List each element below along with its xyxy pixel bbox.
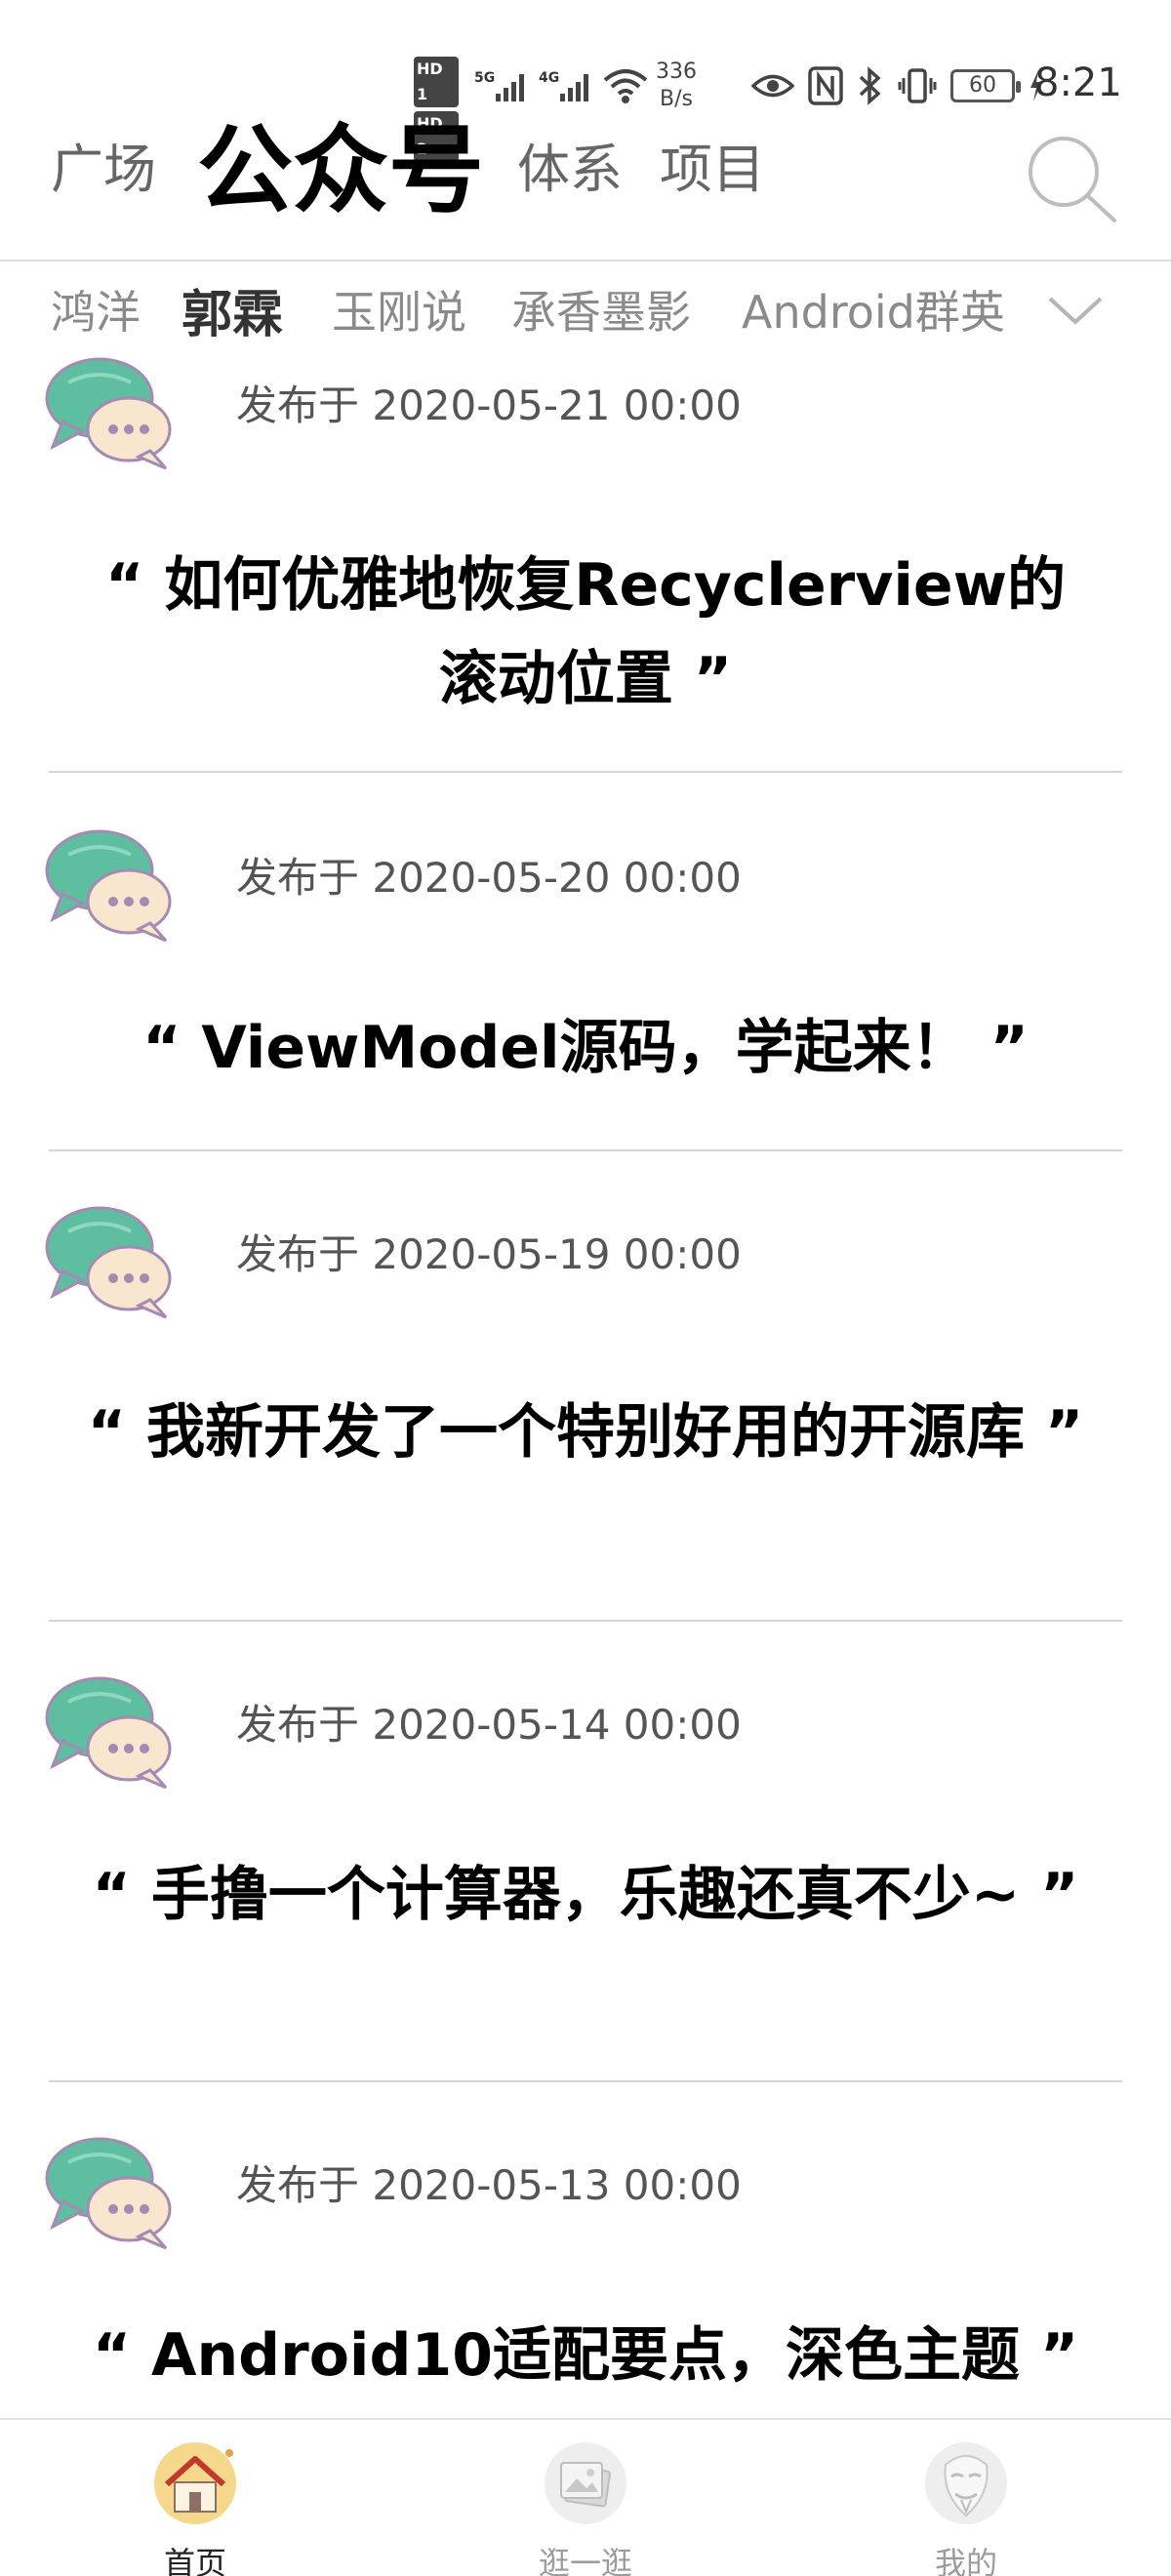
account-tab-bar: 鸿洋 郭霖 玉刚说 承香墨影 Android群英 — [0, 263, 1171, 351]
status-bar: HD 1 HD 2 5G 4G 336 B/s 60 8:21 — [0, 0, 1171, 162]
publish-date: 发布于 2020-05-19 00:00 — [236, 1230, 742, 1278]
article-card[interactable]: 发布于 2020-05-21 00:00 “ 如何优雅地恢复Recyclervi… — [0, 353, 1171, 773]
chevron-down-icon[interactable] — [1040, 281, 1110, 340]
network-speed-value: 336 — [656, 60, 697, 84]
divider — [49, 1149, 1122, 1151]
subtab-chengxiangmoying[interactable]: 承香墨影 — [511, 277, 691, 342]
chat-bubbles-icon — [45, 2137, 172, 2250]
article-title: “ Android10适配要点，深色主题 ” — [92, 2321, 1079, 2390]
nav-mine[interactable]: 我的 — [868, 2420, 1064, 2576]
article-title: “ 我新开发了一个特别好用的开源库 ” — [87, 1398, 1084, 1467]
nav-mine-label: 我的 — [934, 2545, 997, 2576]
eye-icon — [751, 74, 794, 98]
article-card[interactable]: 发布于 2020-05-19 00:00 “ 我新开发了一个特别好用的开源库 ” — [0, 1202, 1171, 1612]
subtab-hongyang[interactable]: 鸿洋 — [51, 277, 141, 342]
clock: 8:21 — [1034, 60, 1122, 105]
subtab-yugangshuo[interactable]: 玉刚说 — [332, 277, 466, 342]
article-card[interactable]: 发布于 2020-05-20 00:00 “ ViewModel源码，学起来！ … — [0, 825, 1171, 1147]
battery-indicator: 60 — [950, 69, 1021, 102]
tab-system[interactable]: 体系 — [517, 141, 623, 199]
chat-bubbles-icon — [45, 357, 172, 470]
vibrate-icon — [898, 68, 937, 103]
tab-official-accounts[interactable]: 公众号 — [197, 117, 484, 224]
net1-label: 5G — [474, 70, 495, 86]
mask-avatar-icon — [925, 2442, 1007, 2524]
nav-explore-label: 逛一逛 — [538, 2545, 632, 2576]
article-card[interactable]: 发布于 2020-05-13 00:00 “ Android10适配要点，深色主… — [0, 2133, 1171, 2416]
tab-projects[interactable]: 项目 — [660, 141, 765, 199]
bluetooth-icon — [859, 66, 881, 105]
publish-date: 发布于 2020-05-21 00:00 — [236, 382, 742, 429]
subtab-android-qunying[interactable]: Android群英 — [742, 277, 1005, 342]
net2-label: 4G — [539, 70, 559, 86]
divider — [49, 771, 1122, 773]
search-icon[interactable] — [1023, 131, 1120, 228]
article-card[interactable]: 发布于 2020-05-14 00:00 “ 手撸一个计算器，乐趣还真不少~ ” — [0, 1672, 1171, 2073]
nfc-icon — [808, 66, 843, 105]
tab-square[interactable]: 广场 — [51, 141, 156, 199]
status-icons: 60 — [751, 62, 1044, 109]
signal-5g-icon: 5G — [474, 70, 524, 101]
publish-date: 发布于 2020-05-13 00:00 — [236, 2161, 742, 2209]
top-tab-bar: 广场 公众号 体系 项目 — [0, 117, 1171, 262]
home-icon — [154, 2442, 236, 2524]
nav-home-label: 首页 — [163, 2545, 226, 2576]
network-speed-unit: B/s — [660, 87, 693, 111]
article-title: “ 手撸一个计算器，乐趣还真不少~ ” — [92, 1861, 1079, 1929]
nav-home[interactable]: 首页 — [98, 2420, 293, 2576]
divider — [49, 2080, 1122, 2082]
publish-date: 发布于 2020-05-20 00:00 — [236, 854, 742, 902]
chat-bubbles-icon — [45, 1676, 172, 1790]
photo-gallery-icon — [545, 2442, 626, 2524]
wifi-icon — [603, 69, 648, 103]
network-speed: 336 B/s — [656, 59, 697, 113]
chat-bubbles-icon — [45, 1206, 172, 1319]
divider — [49, 1620, 1122, 1622]
bottom-nav-bar: 首页 逛一逛 我的 — [0, 2418, 1171, 2576]
hd-1-badge: HD 1 — [414, 57, 459, 107]
signal-4g-icon: 4G — [539, 70, 588, 101]
article-title: “ 如何优雅地恢复Recyclerview的滚动位置 ” — [104, 551, 1067, 713]
nav-explore[interactable]: 逛一逛 — [488, 2420, 683, 2576]
chat-bubbles-icon — [45, 829, 172, 943]
publish-date: 发布于 2020-05-14 00:00 — [236, 1701, 742, 1749]
subtab-guolin[interactable]: 郭霖 — [182, 273, 283, 346]
article-title: “ ViewModel源码，学起来！ ” — [142, 1014, 1029, 1082]
